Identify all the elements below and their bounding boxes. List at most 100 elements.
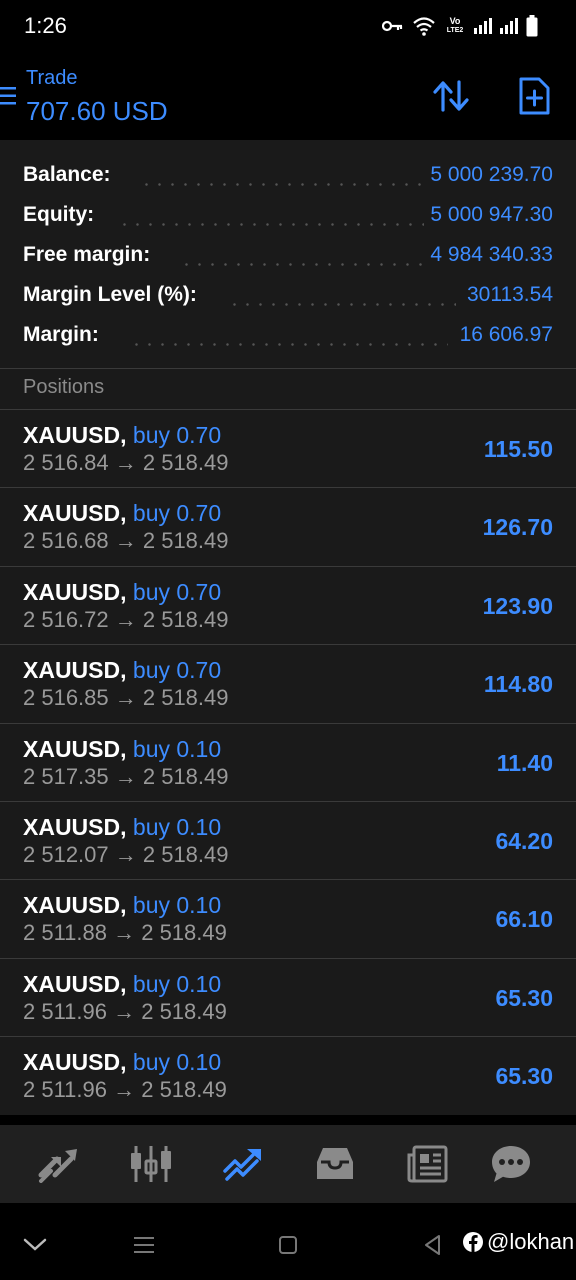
back-icon <box>425 1235 440 1255</box>
home-icon <box>279 1236 297 1254</box>
sort-button[interactable] <box>431 76 471 116</box>
margin-level-row: Margin Level (%): 30113.54 <box>0 275 576 315</box>
position-profit: 126.70 <box>482 514 553 541</box>
account-summary: Balance: 5 000 239.70 Equity: 5 000 947.… <box>0 140 576 368</box>
status-icons: Vo LTE2 <box>382 14 538 38</box>
status-bar: 1:26 Vo LTE2 <box>0 0 576 52</box>
balance-row: Balance: 5 000 239.70 <box>0 155 576 195</box>
volte-indicator: Vo LTE2 <box>446 16 464 35</box>
free-margin-row: Free margin: 4 984 340.33 <box>0 235 576 275</box>
watermark-text: @lokhan <box>487 1229 575 1254</box>
leader-dots <box>118 223 426 226</box>
positions-title: Positions <box>23 376 105 398</box>
page-title: Trade <box>26 67 78 89</box>
position-type: buy 0.70 <box>132 500 222 527</box>
positions-header: Positions <box>0 369 576 409</box>
position-type: buy 0.10 <box>132 735 222 762</box>
margin-level-label: Margin Level (%): <box>23 283 203 307</box>
position-row[interactable]: XAUUSD, buy 0.10 2 512.07 → 2 518.49 64.… <box>0 800 576 880</box>
position-prices: 2 516.68 → 2 518.49 <box>23 528 229 554</box>
position-profit: 66.10 <box>495 906 553 933</box>
margin-row: Margin: 16 606.97 <box>0 315 576 355</box>
position-symbol: XAUUSD, <box>23 892 127 919</box>
position-symbol: XAUUSD, <box>23 970 127 997</box>
vpn-key-icon <box>382 20 403 32</box>
margin-label: Margin: <box>23 323 105 347</box>
position-prices: 2 516.85 → 2 518.49 <box>23 685 229 711</box>
position-row[interactable]: XAUUSD, buy 0.10 2 517.35 → 2 518.49 11.… <box>0 722 576 801</box>
free-margin-label: Free margin: <box>23 243 157 267</box>
position-symbol: XAUUSD, <box>23 578 127 605</box>
position-profit: 11.40 <box>496 749 553 776</box>
signal-icon <box>474 18 492 34</box>
free-margin-value: 4 984 340.33 <box>424 243 553 267</box>
balance-value: 5 000 239.70 <box>424 163 553 187</box>
tab-news[interactable] <box>402 1139 452 1189</box>
position-row[interactable]: XAUUSD, buy 0.10 2 511.96 → 2 518.49 65.… <box>0 1036 576 1115</box>
chat-icon <box>492 1146 530 1182</box>
position-profit: 65.30 <box>495 984 553 1011</box>
margin-level-value: 30113.54 <box>460 283 553 307</box>
position-type: buy 0.70 <box>132 422 222 448</box>
bottom-tab-bar <box>0 1125 576 1203</box>
position-type: buy 0.10 <box>132 1049 222 1076</box>
equity-label: Equity: <box>23 203 101 227</box>
position-row[interactable]: XAUUSD, buy 0.10 2 511.96 → 2 518.49 65.… <box>0 957 576 1037</box>
position-type: buy 0.10 <box>132 813 222 840</box>
leader-dots <box>180 263 426 266</box>
position-symbol: XAUUSD, <box>23 813 127 840</box>
position-prices: 2 511.96 → 2 518.49 <box>23 998 227 1024</box>
position-symbol: XAUUSD, <box>23 1049 127 1076</box>
position-prices: 2 516.84 → 2 518.49 <box>23 450 229 475</box>
tab-quotes[interactable] <box>34 1139 84 1189</box>
position-prices: 2 516.72 → 2 518.49 <box>23 606 229 632</box>
facebook-icon <box>463 1232 483 1252</box>
collapse-button[interactable] <box>15 1225 55 1265</box>
position-profit: 115.50 <box>483 436 553 462</box>
position-row[interactable]: XAUUSD, buy 0.10 2 511.88 → 2 518.49 66.… <box>0 879 576 958</box>
position-prices: 2 517.35 → 2 518.49 <box>23 763 229 789</box>
tab-history[interactable] <box>310 1139 360 1189</box>
tab-chart[interactable] <box>126 1139 176 1189</box>
position-profit: 114.80 <box>483 671 553 698</box>
list-spacer <box>0 1115 576 1125</box>
position-type: buy 0.10 <box>132 892 222 919</box>
watermark: @lokhan <box>462 1229 574 1255</box>
position-symbol: XAUUSD, <box>23 422 127 448</box>
signal-icon-2 <box>500 18 518 34</box>
positions-list: XAUUSD, buy 0.70 2 516.84 → 2 518.49 115… <box>0 409 576 1115</box>
chart-candles-icon <box>131 1146 171 1182</box>
app-header: Trade 707.60 USD <box>0 52 576 140</box>
position-type: buy 0.70 <box>132 578 222 605</box>
sort-icon <box>433 80 469 112</box>
trade-icon <box>223 1149 261 1181</box>
new-document-icon <box>519 77 550 115</box>
position-row[interactable]: XAUUSD, buy 0.70 2 516.72 → 2 518.49 123… <box>0 565 576 645</box>
menu-icon[interactable] <box>0 86 16 106</box>
leader-dots <box>228 303 456 306</box>
position-row[interactable]: XAUUSD, buy 0.70 2 516.85 → 2 518.49 114… <box>0 644 576 723</box>
leader-dots <box>130 343 448 346</box>
home-button[interactable] <box>268 1225 308 1265</box>
position-profit: 123.90 <box>482 592 553 619</box>
new-order-button[interactable] <box>514 76 554 116</box>
position-type: buy 0.10 <box>132 970 222 997</box>
position-prices: 2 511.88 → 2 518.49 <box>23 920 227 946</box>
balance-label: Balance: <box>23 163 117 187</box>
position-row[interactable]: XAUUSD, buy 0.70 2 516.68 → 2 518.49 126… <box>0 487 576 566</box>
chevron-down-icon <box>23 1238 47 1251</box>
quotes-icon <box>38 1149 77 1183</box>
position-profit: 65.30 <box>495 1063 553 1090</box>
battery-icon <box>526 15 538 37</box>
position-prices: 2 511.96 → 2 518.49 <box>23 1077 227 1103</box>
recents-button[interactable] <box>124 1225 164 1265</box>
position-symbol: XAUUSD, <box>23 657 127 684</box>
leader-dots <box>140 183 426 186</box>
tab-trade[interactable] <box>218 1139 268 1189</box>
back-button[interactable] <box>412 1225 452 1265</box>
system-nav-bar: @lokhan <box>0 1203 576 1280</box>
position-symbol: XAUUSD, <box>23 735 127 762</box>
position-row[interactable]: XAUUSD, buy 0.70 2 516.84 → 2 518.49 115… <box>0 409 576 488</box>
margin-value: 16 606.97 <box>453 323 553 347</box>
tab-chat[interactable] <box>486 1139 536 1189</box>
